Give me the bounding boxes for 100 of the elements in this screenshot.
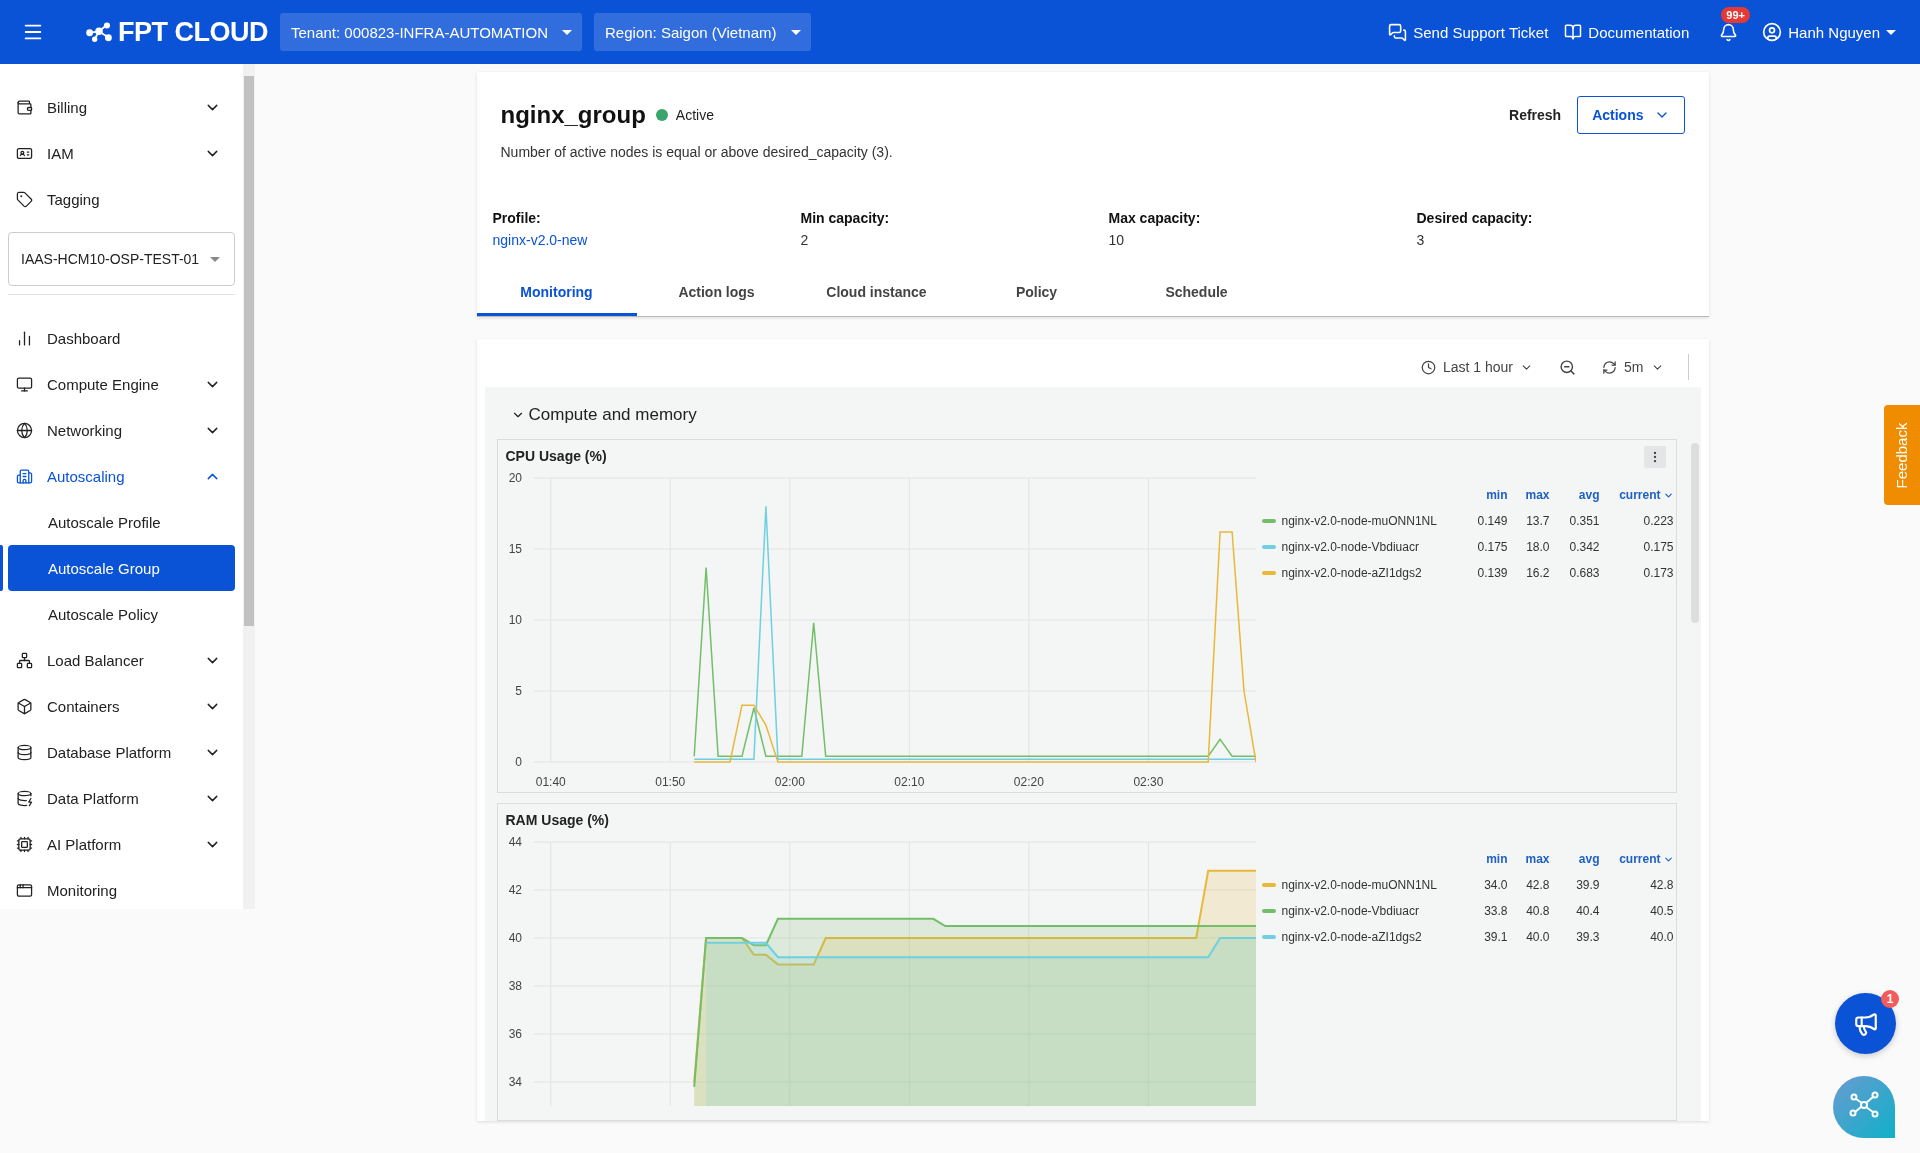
- sidebar-item[interactable]: Database Platform: [8, 729, 235, 775]
- legend-column-header[interactable]: min: [1461, 488, 1508, 502]
- sidebar-subitem[interactable]: Autoscale Policy: [8, 591, 235, 637]
- sidebar-item[interactable]: Containers: [8, 683, 235, 729]
- database-icon: [16, 789, 33, 807]
- legend-value: 39.3: [1575, 930, 1600, 944]
- sidebar-item[interactable]: IAM: [8, 130, 235, 176]
- database-icon: [16, 743, 33, 761]
- legend-value: 40.0: [1525, 930, 1550, 944]
- actions-button[interactable]: Actions: [1577, 96, 1685, 134]
- sidebar-item[interactable]: Compute Engine: [8, 361, 235, 407]
- profile-link[interactable]: nginx-v2.0-new: [492, 232, 801, 248]
- legend-value: 0.175: [1642, 540, 1674, 554]
- globe-icon: [16, 421, 33, 439]
- legend-value: 42.8: [1649, 878, 1674, 892]
- field-label: Desired capacity:: [1416, 210, 1534, 226]
- legend-label[interactable]: nginx-v2.0-node-aZI1dgs2: [1281, 566, 1462, 580]
- legend-value: 40.0: [1649, 930, 1674, 944]
- box-icon: [16, 697, 33, 715]
- section-header[interactable]: Compute and memory: [496, 401, 711, 429]
- logo-text: FPT CLOUD: [118, 16, 268, 48]
- tab[interactable]: Monitoring: [476, 270, 637, 316]
- legend-label[interactable]: nginx-v2.0-node-Vbdiuacr: [1281, 904, 1462, 918]
- axis-label: 02:00: [774, 775, 805, 789]
- status-message: Number of active nodes is equal or above desired_capacity (3).: [500, 144, 894, 160]
- window-icon: [16, 881, 33, 899]
- axis-label: 20: [508, 471, 522, 485]
- axis-label: 0: [514, 755, 522, 769]
- sidebar-item[interactable]: Load Balancer: [8, 637, 235, 683]
- tenant-select[interactable]: Tenant: 000823-INFRA-AUTOMATION: [280, 13, 583, 51]
- building-icon: [16, 467, 33, 485]
- user-icon: [1762, 22, 1783, 42]
- panel-title: CPU Usage (%): [505, 448, 607, 464]
- chat-icon: [1388, 22, 1408, 42]
- legend-label[interactable]: nginx-v2.0-node-Vbdiuacr: [1281, 540, 1462, 554]
- field-label: Profile:: [492, 210, 542, 226]
- refresh-icon: [1602, 359, 1618, 375]
- legend-label[interactable]: nginx-v2.0-node-aZI1dgs2: [1281, 930, 1462, 944]
- legend-column-header[interactable]: min: [1461, 852, 1508, 866]
- legend-value: 34.0: [1483, 878, 1508, 892]
- logo-icon: [86, 19, 112, 45]
- legend-label[interactable]: nginx-v2.0-node-muONN1NL: [1281, 514, 1462, 528]
- time-range-picker[interactable]: Last 1 hour: [1415, 358, 1540, 376]
- legend-column-header[interactable]: current: [1599, 852, 1674, 866]
- legend-value: 0.173: [1642, 566, 1674, 580]
- tab[interactable]: Policy: [956, 270, 1117, 316]
- legend-value: 0.351: [1568, 514, 1600, 528]
- sidebar-item[interactable]: Billing: [8, 84, 235, 130]
- sidebar-item[interactable]: Autoscaling: [8, 453, 235, 499]
- refresh-button[interactable]: Refresh: [1503, 106, 1568, 124]
- axis-label: 42: [508, 883, 522, 897]
- support-link[interactable]: Send Support Ticket: [1388, 22, 1549, 42]
- notification-badge: 1: [1881, 990, 1899, 1008]
- legend-column-header[interactable]: max: [1507, 488, 1550, 502]
- sidebar-item[interactable]: Tagging: [8, 176, 235, 222]
- group-title: nginx_group: [500, 101, 646, 129]
- legend-value: 16.2: [1525, 566, 1550, 580]
- caret-icon: [1886, 29, 1896, 35]
- chip-icon: [16, 835, 33, 853]
- legend-column-header[interactable]: current: [1599, 488, 1674, 502]
- caret-icon: [210, 256, 220, 262]
- tab[interactable]: Cloud instance: [796, 270, 957, 316]
- legend-value: 0.683: [1568, 566, 1600, 580]
- more-icon[interactable]: [1643, 446, 1666, 468]
- legend-column-header[interactable]: avg: [1549, 852, 1600, 866]
- legend-column-header[interactable]: max: [1507, 852, 1550, 866]
- field-value: 10: [1108, 232, 1126, 248]
- legend-column-header[interactable]: avg: [1549, 488, 1600, 502]
- legend-value: 39.9: [1575, 878, 1600, 892]
- legend-value: 40.4: [1575, 904, 1600, 918]
- legend-label[interactable]: nginx-v2.0-node-muONN1NL: [1281, 878, 1462, 892]
- scrollbar[interactable]: [1690, 443, 1699, 623]
- documentation-link[interactable]: Documentation: [1564, 23, 1690, 41]
- megaphone-icon: [1852, 1010, 1879, 1037]
- axis-label: 02:30: [1132, 775, 1163, 789]
- sidebar-item[interactable]: Dashboard: [8, 315, 235, 361]
- tab[interactable]: Schedule: [1116, 270, 1277, 316]
- panel-title: RAM Usage (%): [505, 812, 609, 828]
- notification-badge: 99+: [1721, 6, 1750, 23]
- legend-value: 0.149: [1476, 514, 1508, 528]
- axis-label: 34: [508, 1075, 522, 1089]
- sidebar-item[interactable]: Data Platform: [8, 775, 235, 821]
- scrollbar[interactable]: [243, 64, 255, 909]
- axis-label: 02:20: [1013, 775, 1044, 789]
- sidebar-subitem[interactable]: Autoscale Profile: [8, 499, 235, 545]
- legend-value: 0.139: [1476, 566, 1508, 580]
- axis-label: 10: [508, 613, 522, 627]
- legend-value: 0.175: [1476, 540, 1508, 554]
- project-select[interactable]: IAAS-HCM10-OSP-TEST-01: [8, 232, 235, 286]
- user-menu[interactable]: Hanh Nguyen: [1756, 21, 1902, 43]
- region-select[interactable]: Region: Saigon (Vietnam): [594, 13, 811, 51]
- sidebar-item[interactable]: Networking: [8, 407, 235, 453]
- legend-value: 40.8: [1525, 904, 1550, 918]
- legend-value: 39.1: [1483, 930, 1508, 944]
- sidebar-item[interactable]: Monitoring: [8, 867, 235, 909]
- status-dot: [655, 109, 668, 121]
- axis-label: 01:50: [654, 775, 685, 789]
- refresh-interval-picker[interactable]: 5m: [1596, 358, 1670, 376]
- sidebar-item[interactable]: AI Platform: [8, 821, 235, 867]
- tab[interactable]: Action logs: [636, 270, 797, 316]
